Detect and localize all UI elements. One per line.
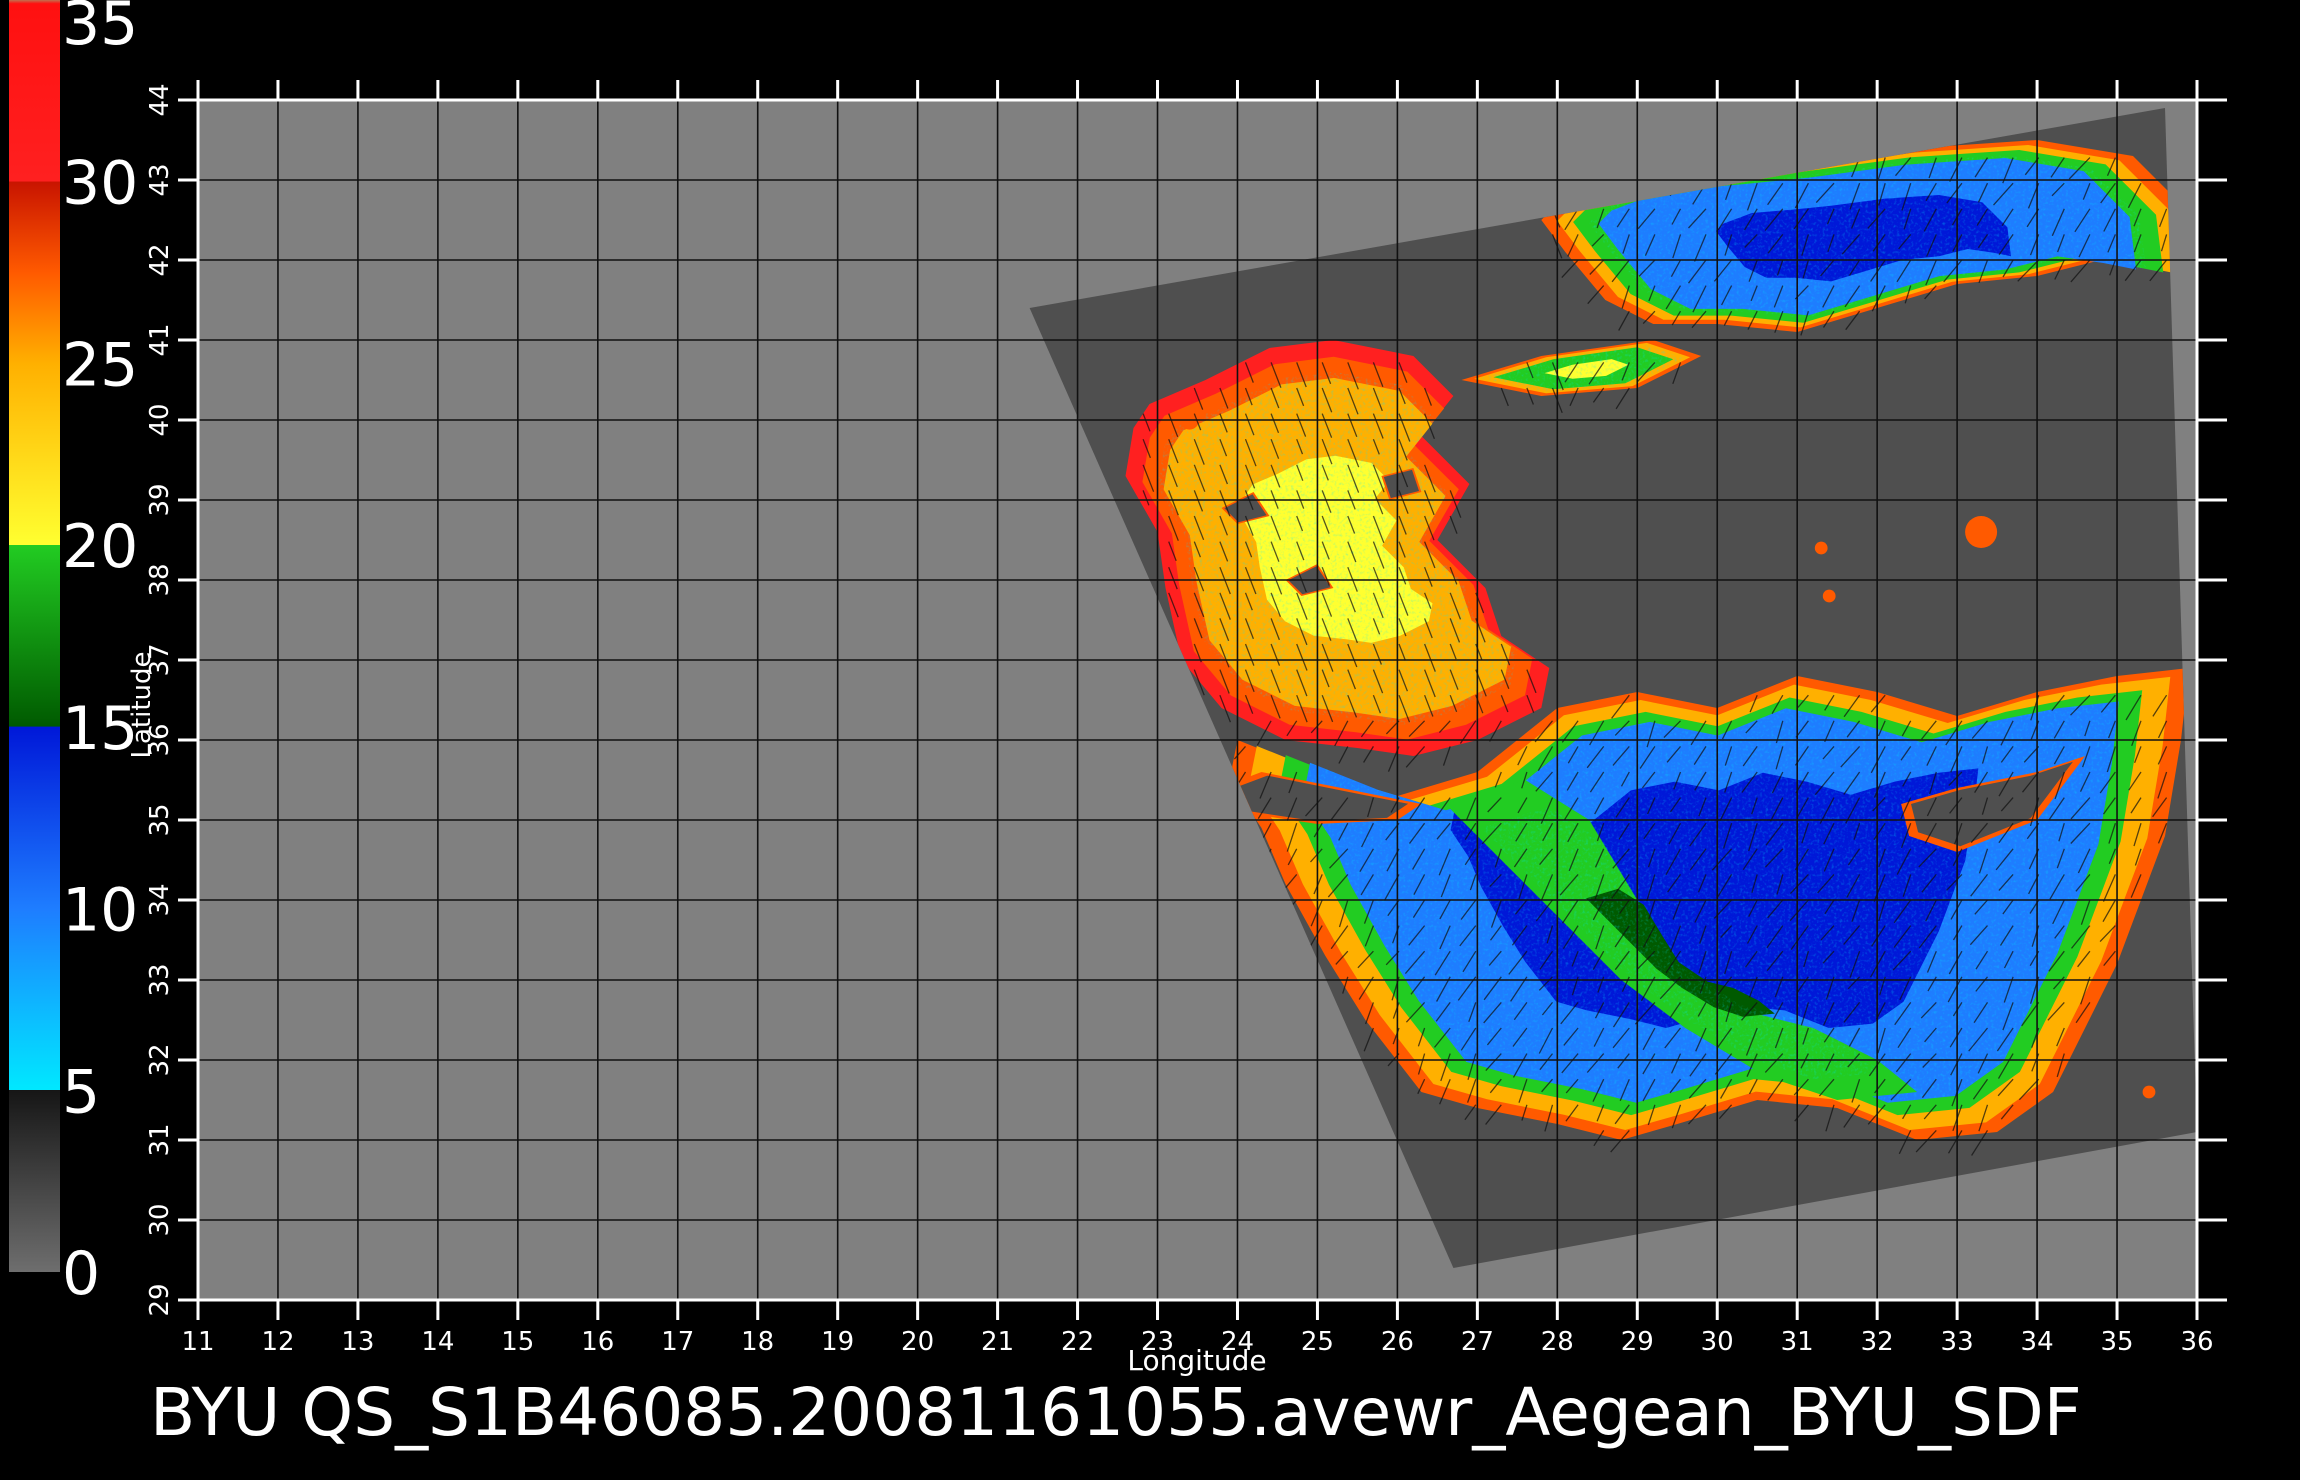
colorbar-label: 35 <box>62 0 138 59</box>
latitude-tick-label: 34 <box>145 883 175 916</box>
x-axis-label: Longitude <box>1127 1344 1266 1377</box>
longitude-tick-label: 21 <box>981 1327 1014 1357</box>
longitude-tick-label: 15 <box>501 1327 534 1357</box>
colorbar-label: 20 <box>62 512 138 582</box>
latitude-tick-label: 43 <box>145 163 175 196</box>
wind-scatterometer-map: 05101520253035 11 12 13 14 15 16 17 18 19 20 21 22 2… <box>9 0 2227 1451</box>
colorbar-label: 25 <box>62 330 138 400</box>
latitude-tick-label: 38 <box>145 563 175 596</box>
latitude-tick-label: 32 <box>145 1043 175 1076</box>
longitude-tick-label: 34 <box>2021 1327 2054 1357</box>
latitude-tick-label: 33 <box>145 963 175 996</box>
longitude-tick-label: 28 <box>1541 1327 1574 1357</box>
longitude-tick-label: 20 <box>901 1327 934 1357</box>
longitude-tick-label: 36 <box>2180 1327 2213 1357</box>
longitude-tick-label: 19 <box>821 1327 854 1357</box>
isolated-wind-speckle <box>1822 589 1836 603</box>
longitude-tick-label: 14 <box>421 1327 454 1357</box>
isolated-wind-speckle <box>1814 541 1828 555</box>
latitude-tick-label: 35 <box>145 803 175 836</box>
longitude-tick-label: 18 <box>741 1327 774 1357</box>
latitude-tick-label: 30 <box>145 1203 175 1236</box>
longitude-tick-label: 32 <box>1861 1327 1894 1357</box>
latitude-tick-label: 31 <box>145 1123 175 1156</box>
latitude-tick-label: 44 <box>145 83 175 116</box>
longitude-tick-label: 13 <box>341 1327 374 1357</box>
longitude-tick-label: 30 <box>1701 1327 1734 1357</box>
latitude-tick-label: 29 <box>145 1283 175 1316</box>
product-title: BYU QS_S1B46085.20081161055.avewr_Aegean… <box>150 1374 2082 1451</box>
longitude-tick-label: 12 <box>261 1327 294 1357</box>
longitude-tick-label: 35 <box>2100 1327 2133 1357</box>
latitude-tick-label: 42 <box>145 243 175 276</box>
map-panel: 11 12 13 14 15 16 17 18 19 20 21 22 23 24 25 26 27 28 29 30… <box>127 80 2227 1377</box>
longitude-tick-label: 26 <box>1381 1327 1414 1357</box>
longitude-tick-label: 11 <box>181 1327 214 1357</box>
longitude-tick-label: 31 <box>1781 1327 1814 1357</box>
colorbar-label: 0 <box>62 1239 100 1309</box>
longitude-tick-label: 27 <box>1461 1327 1494 1357</box>
latitude-tick-label: 39 <box>145 483 175 516</box>
colorbar-label: 10 <box>62 876 138 946</box>
colorbar: 05101520253035 <box>9 0 138 1309</box>
colorbar-label: 30 <box>62 149 138 219</box>
colorbar-label: 5 <box>62 1057 100 1127</box>
latitude-tick-label: 41 <box>145 323 175 356</box>
longitude-tick-label: 25 <box>1301 1327 1334 1357</box>
isolated-wind-speckle <box>1965 516 1998 548</box>
y-axis-label: Latitude <box>127 651 157 758</box>
longitude-tick-label: 29 <box>1621 1327 1654 1357</box>
colorbar-ramp <box>9 0 60 1272</box>
longitude-tick-label: 33 <box>1941 1327 1974 1357</box>
longitude-tick-label: 17 <box>661 1327 694 1357</box>
latitude-tick-label: 40 <box>145 403 175 436</box>
isolated-wind-speckle <box>2142 1085 2156 1099</box>
longitude-tick-label: 16 <box>581 1327 614 1357</box>
longitude-tick-label: 22 <box>1061 1327 1094 1357</box>
